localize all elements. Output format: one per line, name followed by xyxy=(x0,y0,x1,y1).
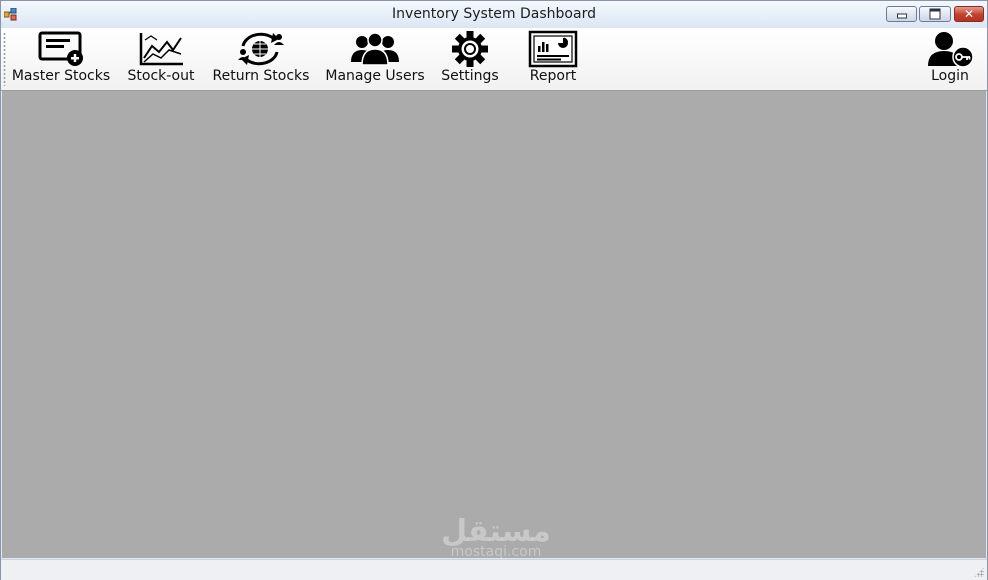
toolbar-item-label: Settings xyxy=(441,68,499,84)
toolbar: Master Stocks Stock-out Return Stocks Ma… xyxy=(1,28,987,91)
maximize-button[interactable] xyxy=(919,6,951,22)
add-document-icon xyxy=(38,31,83,66)
toolbar-item-master-stocks[interactable]: Master Stocks xyxy=(9,28,113,88)
close-button[interactable]: ✕ xyxy=(954,6,984,22)
maximize-icon xyxy=(929,8,941,20)
report-icon xyxy=(528,30,578,68)
minimize-icon xyxy=(896,13,907,19)
close-icon: ✕ xyxy=(963,7,975,21)
toolbar-item-label: Report xyxy=(529,68,577,84)
resize-grip[interactable] xyxy=(974,567,984,577)
toolbar-item-stock-out[interactable]: Stock-out xyxy=(123,28,199,88)
mdi-client-area[interactable] xyxy=(2,91,986,558)
watermark: مستقل mostaqi.com xyxy=(431,514,561,560)
user-key-icon xyxy=(928,32,974,68)
toolbar-item-settings[interactable]: Settings xyxy=(438,28,502,88)
toolbar-item-label: Stock-out xyxy=(127,68,195,84)
status-bar xyxy=(1,559,987,580)
line-chart-icon xyxy=(139,33,183,66)
minimize-button[interactable] xyxy=(886,6,917,22)
toolbar-item-manage-users[interactable]: Manage Users xyxy=(323,28,427,88)
toolbar-item-report[interactable]: Report xyxy=(521,28,585,88)
toolbar-item-label: Master Stocks xyxy=(11,68,111,84)
app-window: Inventory System Dashboard ✕ Master Stoc… xyxy=(0,0,988,580)
toolbar-item-login[interactable]: Login xyxy=(918,28,982,88)
gear-icon xyxy=(452,31,488,67)
watermark-arabic: مستقل xyxy=(441,514,551,549)
toolbar-item-label: Login xyxy=(931,68,969,84)
users-group-icon xyxy=(351,32,399,66)
toolbar-item-label: Return Stocks xyxy=(212,68,310,84)
toolbar-grip[interactable] xyxy=(3,32,6,86)
toolbar-item-label: Manage Users xyxy=(325,68,425,84)
exchange-globe-icon xyxy=(238,32,284,66)
title-bar[interactable]: Inventory System Dashboard ✕ xyxy=(1,1,987,28)
toolbar-item-return-stocks[interactable]: Return Stocks xyxy=(210,28,312,88)
window-title: Inventory System Dashboard xyxy=(392,6,596,22)
